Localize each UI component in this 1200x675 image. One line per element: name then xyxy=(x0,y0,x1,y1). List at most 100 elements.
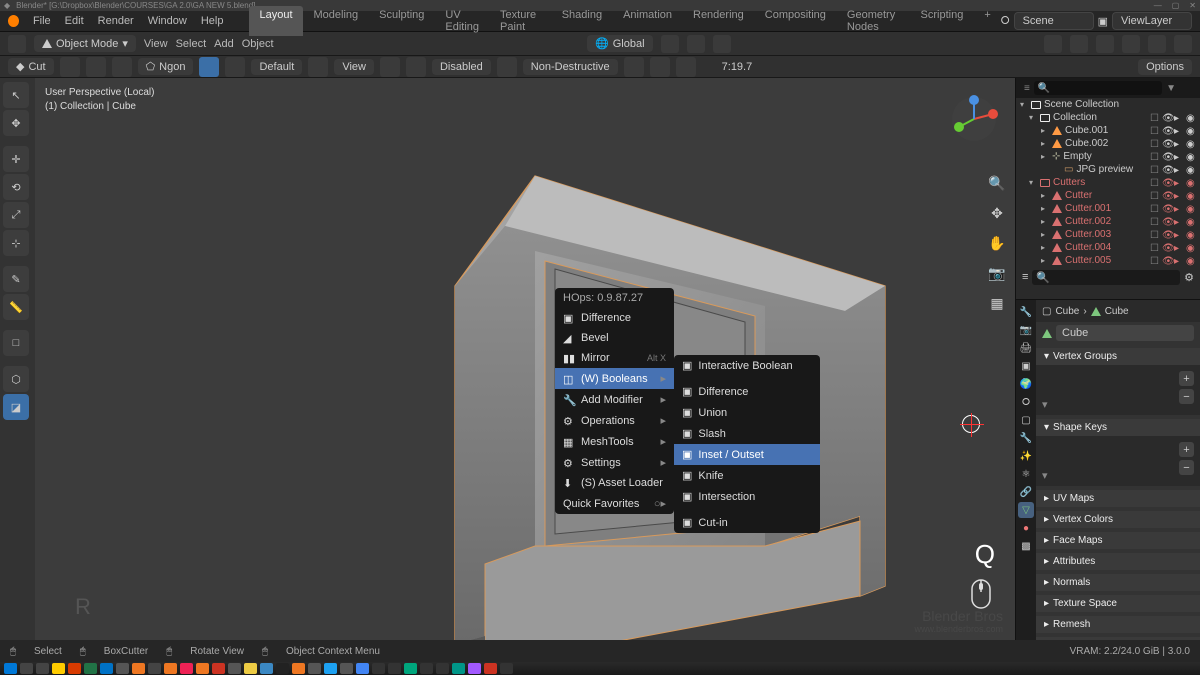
eye-icon[interactable]: 👁 xyxy=(1162,191,1172,201)
taskbar-app[interactable] xyxy=(292,663,305,674)
outliner-row-cutter-001[interactable]: ▸Cutter.001☐👁▸◉ xyxy=(1016,202,1200,215)
bc-play-icon[interactable] xyxy=(650,57,670,77)
tab-sculpting[interactable]: Sculpting xyxy=(369,6,434,36)
outliner-search-input[interactable]: 🔍 xyxy=(1034,81,1162,95)
taskbar-app[interactable] xyxy=(36,663,49,674)
menu-operations[interactable]: ⚙Operations▸ xyxy=(555,410,674,431)
prop-tab-tool[interactable]: 🔧 xyxy=(1018,304,1034,320)
taskbar-app[interactable] xyxy=(452,663,465,674)
shading-solid[interactable] xyxy=(1122,35,1140,53)
section-header[interactable]: ▸Texture Space xyxy=(1036,595,1200,612)
section-header[interactable]: ▾Shape Keys xyxy=(1036,419,1200,436)
expand-icon[interactable]: ▸ xyxy=(1041,256,1049,265)
prop-tab-render[interactable]: 📷 xyxy=(1018,322,1034,338)
sub-union[interactable]: ▣Union xyxy=(674,402,820,423)
bc-i4[interactable] xyxy=(225,57,245,77)
exclude-toggle[interactable]: ☐ xyxy=(1150,178,1160,188)
eye-icon[interactable]: 👁 xyxy=(1162,152,1172,162)
mode-selector[interactable]: Object Mode ▾ xyxy=(34,35,136,52)
render-icon[interactable]: ◉ xyxy=(1186,243,1196,253)
eye-icon[interactable]: 👁 xyxy=(1162,256,1172,266)
exclude-toggle[interactable]: ☐ xyxy=(1150,243,1160,253)
render-icon[interactable]: ◉ xyxy=(1186,126,1196,136)
section-header[interactable]: ▸UV Maps xyxy=(1036,490,1200,507)
tab-layout[interactable]: Layout xyxy=(249,6,302,36)
prop-tab-object[interactable]: ▢ xyxy=(1018,412,1034,428)
tool-cursor[interactable]: ↖ xyxy=(3,82,29,108)
tool-measure[interactable]: 📏 xyxy=(3,294,29,320)
render-icon[interactable]: ◉ xyxy=(1186,230,1196,240)
zoom-icon[interactable]: 🔍 xyxy=(987,173,1007,193)
tab-shading[interactable]: Shading xyxy=(552,6,612,36)
bc-mode[interactable]: ◆Cut xyxy=(8,58,54,75)
prop-tab-constraint[interactable]: 🔗 xyxy=(1018,484,1034,500)
taskbar-app[interactable] xyxy=(244,663,257,674)
tab-geonodes[interactable]: Geometry Nodes xyxy=(837,6,910,36)
outliner-row-cutters[interactable]: ▾Cutters☐👁▸◉ xyxy=(1016,176,1200,189)
tool-annotate[interactable]: ✎ xyxy=(3,266,29,292)
menu-quickfav[interactable]: Quick Favorites○▸ xyxy=(555,493,674,514)
minimize-button[interactable]: — xyxy=(1154,1,1162,10)
exclude-toggle[interactable]: ☐ xyxy=(1150,204,1160,214)
taskbar-app[interactable] xyxy=(324,663,337,674)
bc-blue[interactable] xyxy=(199,57,219,77)
taskbar-app[interactable] xyxy=(212,663,225,674)
taskbar-app[interactable] xyxy=(68,663,81,674)
taskbar-app[interactable] xyxy=(116,663,129,674)
exclude-toggle[interactable]: ☐ xyxy=(1150,126,1160,136)
pivot-icon[interactable] xyxy=(661,35,679,53)
disable-icon[interactable]: ▸ xyxy=(1174,217,1184,227)
disable-icon[interactable]: ▸ xyxy=(1174,152,1184,162)
taskbar-app[interactable] xyxy=(164,663,177,674)
tab-uv[interactable]: UV Editing xyxy=(435,6,489,36)
menu-edit[interactable]: Edit xyxy=(59,13,90,29)
tab-rendering[interactable]: Rendering xyxy=(683,6,754,36)
bc-i6[interactable] xyxy=(380,57,400,77)
taskbar-app[interactable] xyxy=(196,663,209,674)
remove-button[interactable]: − xyxy=(1179,460,1194,475)
maximize-button[interactable]: ▢ xyxy=(1172,1,1180,10)
eye-icon[interactable]: 👁 xyxy=(1162,230,1172,240)
expand-icon[interactable]: ▸ xyxy=(1041,139,1049,148)
taskbar-app[interactable] xyxy=(340,663,353,674)
taskbar-app[interactable] xyxy=(132,663,145,674)
sub-interactive[interactable]: ▣Interactive Boolean xyxy=(674,355,820,376)
sub-inset[interactable]: ▣Inset / Outset xyxy=(674,444,820,465)
render-icon[interactable]: ◉ xyxy=(1186,165,1196,175)
eye-icon[interactable]: 👁 xyxy=(1162,243,1172,253)
viewport-3d[interactable]: User Perspective (Local) (1) Collection … xyxy=(35,78,1015,640)
section-header[interactable]: ▾Vertex Groups xyxy=(1036,348,1200,365)
taskbar-app[interactable] xyxy=(468,663,481,674)
disable-icon[interactable]: ▸ xyxy=(1174,139,1184,149)
menu-file[interactable]: File xyxy=(27,13,57,29)
sub-difference[interactable]: ▣Difference xyxy=(674,381,820,402)
camera-icon[interactable]: 📷 xyxy=(987,263,1007,283)
tab-texture[interactable]: Texture Paint xyxy=(490,6,551,36)
eye-icon[interactable]: 👁 xyxy=(1162,178,1172,188)
render-icon[interactable]: ◉ xyxy=(1186,152,1196,162)
taskbar-app[interactable] xyxy=(84,663,97,674)
bc-i8[interactable] xyxy=(497,57,517,77)
xray-toggle[interactable] xyxy=(1070,35,1088,53)
expand-icon[interactable]: ▾ xyxy=(1020,100,1028,109)
exclude-toggle[interactable]: ☐ xyxy=(1150,230,1160,240)
eye-icon[interactable]: 👁 xyxy=(1162,204,1172,214)
add-button[interactable]: + xyxy=(1179,442,1194,457)
tab-modeling[interactable]: Modeling xyxy=(304,6,369,36)
taskbar-app[interactable] xyxy=(372,663,385,674)
taskbar-app[interactable] xyxy=(308,663,321,674)
tab-add[interactable]: + xyxy=(974,6,1000,36)
editor-type-icon[interactable] xyxy=(8,35,26,53)
taskbar-app[interactable] xyxy=(500,663,513,674)
bc-i5[interactable] xyxy=(308,57,328,77)
section-header[interactable]: ▸Vertex Colors xyxy=(1036,511,1200,528)
tool-addcube[interactable]: □ xyxy=(3,330,29,356)
taskbar-app[interactable] xyxy=(260,663,273,674)
prop-tab-view[interactable]: ▣ xyxy=(1018,358,1034,374)
taskbar-app[interactable] xyxy=(52,663,65,674)
exclude-toggle[interactable]: ☐ xyxy=(1150,165,1160,175)
orientation-selector[interactable]: 🌐 Global xyxy=(587,35,653,52)
menu-render[interactable]: Render xyxy=(92,13,140,29)
menu-mirror[interactable]: ▮▮MirrorAlt X xyxy=(555,348,674,368)
chevron-down-icon[interactable]: ▾ xyxy=(1042,398,1048,411)
